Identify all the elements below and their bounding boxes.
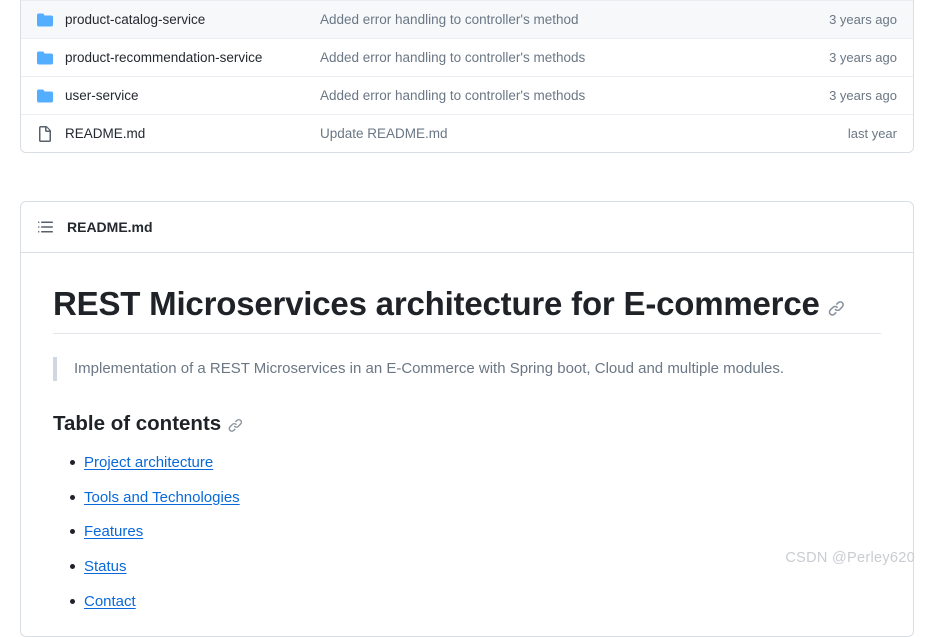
folder-icon	[37, 51, 53, 64]
table-row[interactable]: README.md Update README.md last year	[21, 114, 913, 152]
table-of-contents-heading-text: Table of contents	[53, 412, 222, 436]
list-item: Contact	[70, 591, 881, 613]
watermark: CSDN @Perley620	[785, 550, 915, 566]
file-name[interactable]: user-service	[65, 88, 320, 103]
file-name[interactable]: README.md	[65, 126, 320, 141]
link-icon[interactable]	[828, 300, 845, 317]
page-title: REST Microservices architecture for E-co…	[53, 283, 881, 335]
commit-age: last year	[847, 126, 897, 141]
list-item: Tools and Technologies	[70, 487, 881, 509]
file-name[interactable]: product-catalog-service	[65, 12, 320, 27]
description-blockquote: Implementation of a REST Microservices i…	[53, 357, 881, 382]
table-row[interactable]: user-service Added error handling to con…	[21, 76, 913, 114]
commit-message[interactable]: Added error handling to controller's met…	[320, 50, 829, 65]
readme-panel-title: README.md	[67, 219, 153, 235]
table-row[interactable]: product-catalog-service Added error hand…	[21, 0, 913, 38]
commit-message[interactable]: Added error handling to controller's met…	[320, 88, 829, 103]
file-list-panel: order-service Refactoring code 3 years a…	[20, 0, 914, 153]
toc-link-project-architecture[interactable]: Project architecture	[84, 454, 213, 471]
page-title-text: REST Microservices architecture for E-co…	[53, 285, 820, 322]
commit-message[interactable]: Update README.md	[320, 126, 848, 141]
table-of-contents-list: Project architecture Tools and Technolog…	[53, 452, 881, 613]
list-item: Project architecture	[70, 452, 881, 474]
list-item: Status	[70, 556, 881, 578]
readme-panel: README.md REST Microservices architectur…	[20, 201, 914, 637]
file-icon	[39, 125, 51, 142]
table-of-contents-heading: Table of contents	[53, 411, 881, 438]
list-item: Features	[70, 521, 881, 543]
description-text: Implementation of a REST Microservices i…	[74, 360, 785, 378]
folder-icon	[37, 13, 53, 26]
toc-link-contact[interactable]: Contact	[84, 593, 136, 610]
commit-message[interactable]: Added error handling to controller's met…	[320, 12, 829, 27]
commit-age: 3 years ago	[829, 88, 897, 103]
commit-age: 3 years ago	[829, 12, 897, 27]
commit-age: 3 years ago	[829, 50, 897, 65]
link-icon[interactable]	[228, 418, 243, 433]
file-name[interactable]: product-recommendation-service	[65, 50, 320, 65]
toc-link-features[interactable]: Features	[84, 523, 143, 540]
bulleted-list-icon[interactable]	[37, 219, 53, 235]
folder-icon	[37, 89, 53, 102]
readme-content: REST Microservices architecture for E-co…	[21, 253, 913, 636]
toc-link-tools-and-technologies[interactable]: Tools and Technologies	[84, 489, 240, 506]
table-row[interactable]: product-recommendation-service Added err…	[21, 38, 913, 76]
readme-panel-header: README.md	[21, 202, 913, 253]
